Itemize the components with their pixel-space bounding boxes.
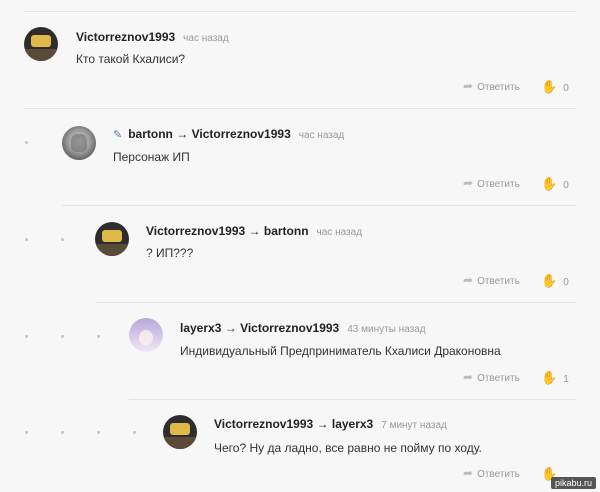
comment-header: Victorreznov1993 → bartonn час назад xyxy=(146,224,362,238)
recipient-link[interactable]: Victorreznov1993 xyxy=(192,127,291,141)
divider xyxy=(62,205,576,206)
arrow: → xyxy=(248,224,261,238)
hand-icon: ✋ xyxy=(541,370,558,385)
like-button[interactable]: ✋ 0 xyxy=(541,79,569,95)
author-link[interactable]: bartonn xyxy=(128,127,173,141)
divider xyxy=(24,108,576,109)
comment-text: Кто такой Кхалиси? xyxy=(76,52,186,66)
thread-dot xyxy=(133,431,136,434)
avatar[interactable] xyxy=(62,126,96,160)
recipient-link[interactable]: Victorreznov1993 xyxy=(240,321,339,335)
like-button[interactable]: ✋ 0 xyxy=(541,273,569,289)
comment-text: ? ИП??? xyxy=(146,246,194,260)
timestamp: 7 минут назад xyxy=(381,420,447,431)
arrow: → xyxy=(176,127,189,141)
avatar[interactable] xyxy=(95,222,129,256)
like-button[interactable]: ✋ 0 xyxy=(541,176,569,192)
like-count: 0 xyxy=(563,180,569,191)
avatar[interactable] xyxy=(24,27,58,61)
reply-arrow-icon: ➦ xyxy=(463,466,474,480)
thread-dot xyxy=(25,335,28,338)
hand-icon: ✋ xyxy=(541,176,558,191)
comment-header: Victorreznov1993 → layerx3 7 минут назад xyxy=(214,417,447,431)
avatar[interactable] xyxy=(129,318,163,352)
comment-header: layerx3 → Victorreznov1993 43 минуты наза… xyxy=(180,321,426,335)
reply-arrow-icon: ➦ xyxy=(463,79,474,93)
reply-arrow-icon: ➦ xyxy=(463,176,474,190)
divider xyxy=(129,399,576,400)
thread-dot xyxy=(25,431,28,434)
comment-header: Victorreznov1993 час назад xyxy=(76,30,229,44)
reply-arrow-icon: ➦ xyxy=(463,273,474,287)
author-link[interactable]: Victorreznov1993 xyxy=(146,224,245,238)
thread-dot xyxy=(61,431,64,434)
comment-text: Индивидуальный Предприниматель Кхалиси Д… xyxy=(180,344,501,358)
thread-dot xyxy=(25,238,28,241)
comment-text: Персонаж ИП xyxy=(113,150,190,164)
author-link[interactable]: layerx3 xyxy=(180,321,221,335)
like-count: 0 xyxy=(563,83,569,94)
avatar[interactable] xyxy=(163,415,197,449)
timestamp: час назад xyxy=(183,33,229,44)
recipient-link[interactable]: layerx3 xyxy=(332,417,373,431)
reply-button[interactable]: ➦ Ответить xyxy=(463,466,520,480)
site-watermark: pikabu.ru xyxy=(550,477,596,489)
hand-icon: ✋ xyxy=(541,79,558,94)
timestamp: час назад xyxy=(316,227,363,238)
timestamp: час назад xyxy=(298,130,345,141)
thread-dot xyxy=(61,335,64,338)
top-divider xyxy=(24,11,576,12)
like-button[interactable]: ✋ 1 xyxy=(541,370,569,386)
reply-button[interactable]: ➦ Ответить xyxy=(463,79,520,93)
comment-text: Чего? Ну да ладно, все равно не пойму по… xyxy=(214,441,482,455)
thread-dot xyxy=(25,141,28,144)
reply-button[interactable]: ➦ Ответить xyxy=(463,273,520,287)
arrow: → xyxy=(316,417,329,431)
like-count: 0 xyxy=(563,277,569,288)
divider xyxy=(95,302,576,303)
hand-icon: ✋ xyxy=(541,273,558,288)
thread-dot xyxy=(61,238,64,241)
reply-button[interactable]: ➦ Ответить xyxy=(463,370,520,384)
author-link[interactable]: Victorreznov1993 xyxy=(76,30,175,44)
author-link[interactable]: Victorreznov1993 xyxy=(214,417,313,431)
arrow: → xyxy=(224,321,237,335)
reply-arrow-icon: ➦ xyxy=(463,370,474,384)
comment-header: ✎ bartonn → Victorreznov1993 час назад xyxy=(113,127,344,141)
reply-button[interactable]: ➦ Ответить xyxy=(463,176,520,190)
like-count: 1 xyxy=(563,374,569,385)
recipient-link[interactable]: bartonn xyxy=(264,224,309,238)
timestamp: 43 минуты назад xyxy=(347,324,426,335)
thread-dot xyxy=(97,431,100,434)
thread-dot xyxy=(97,335,100,338)
pencil-icon: ✎ xyxy=(113,129,123,141)
